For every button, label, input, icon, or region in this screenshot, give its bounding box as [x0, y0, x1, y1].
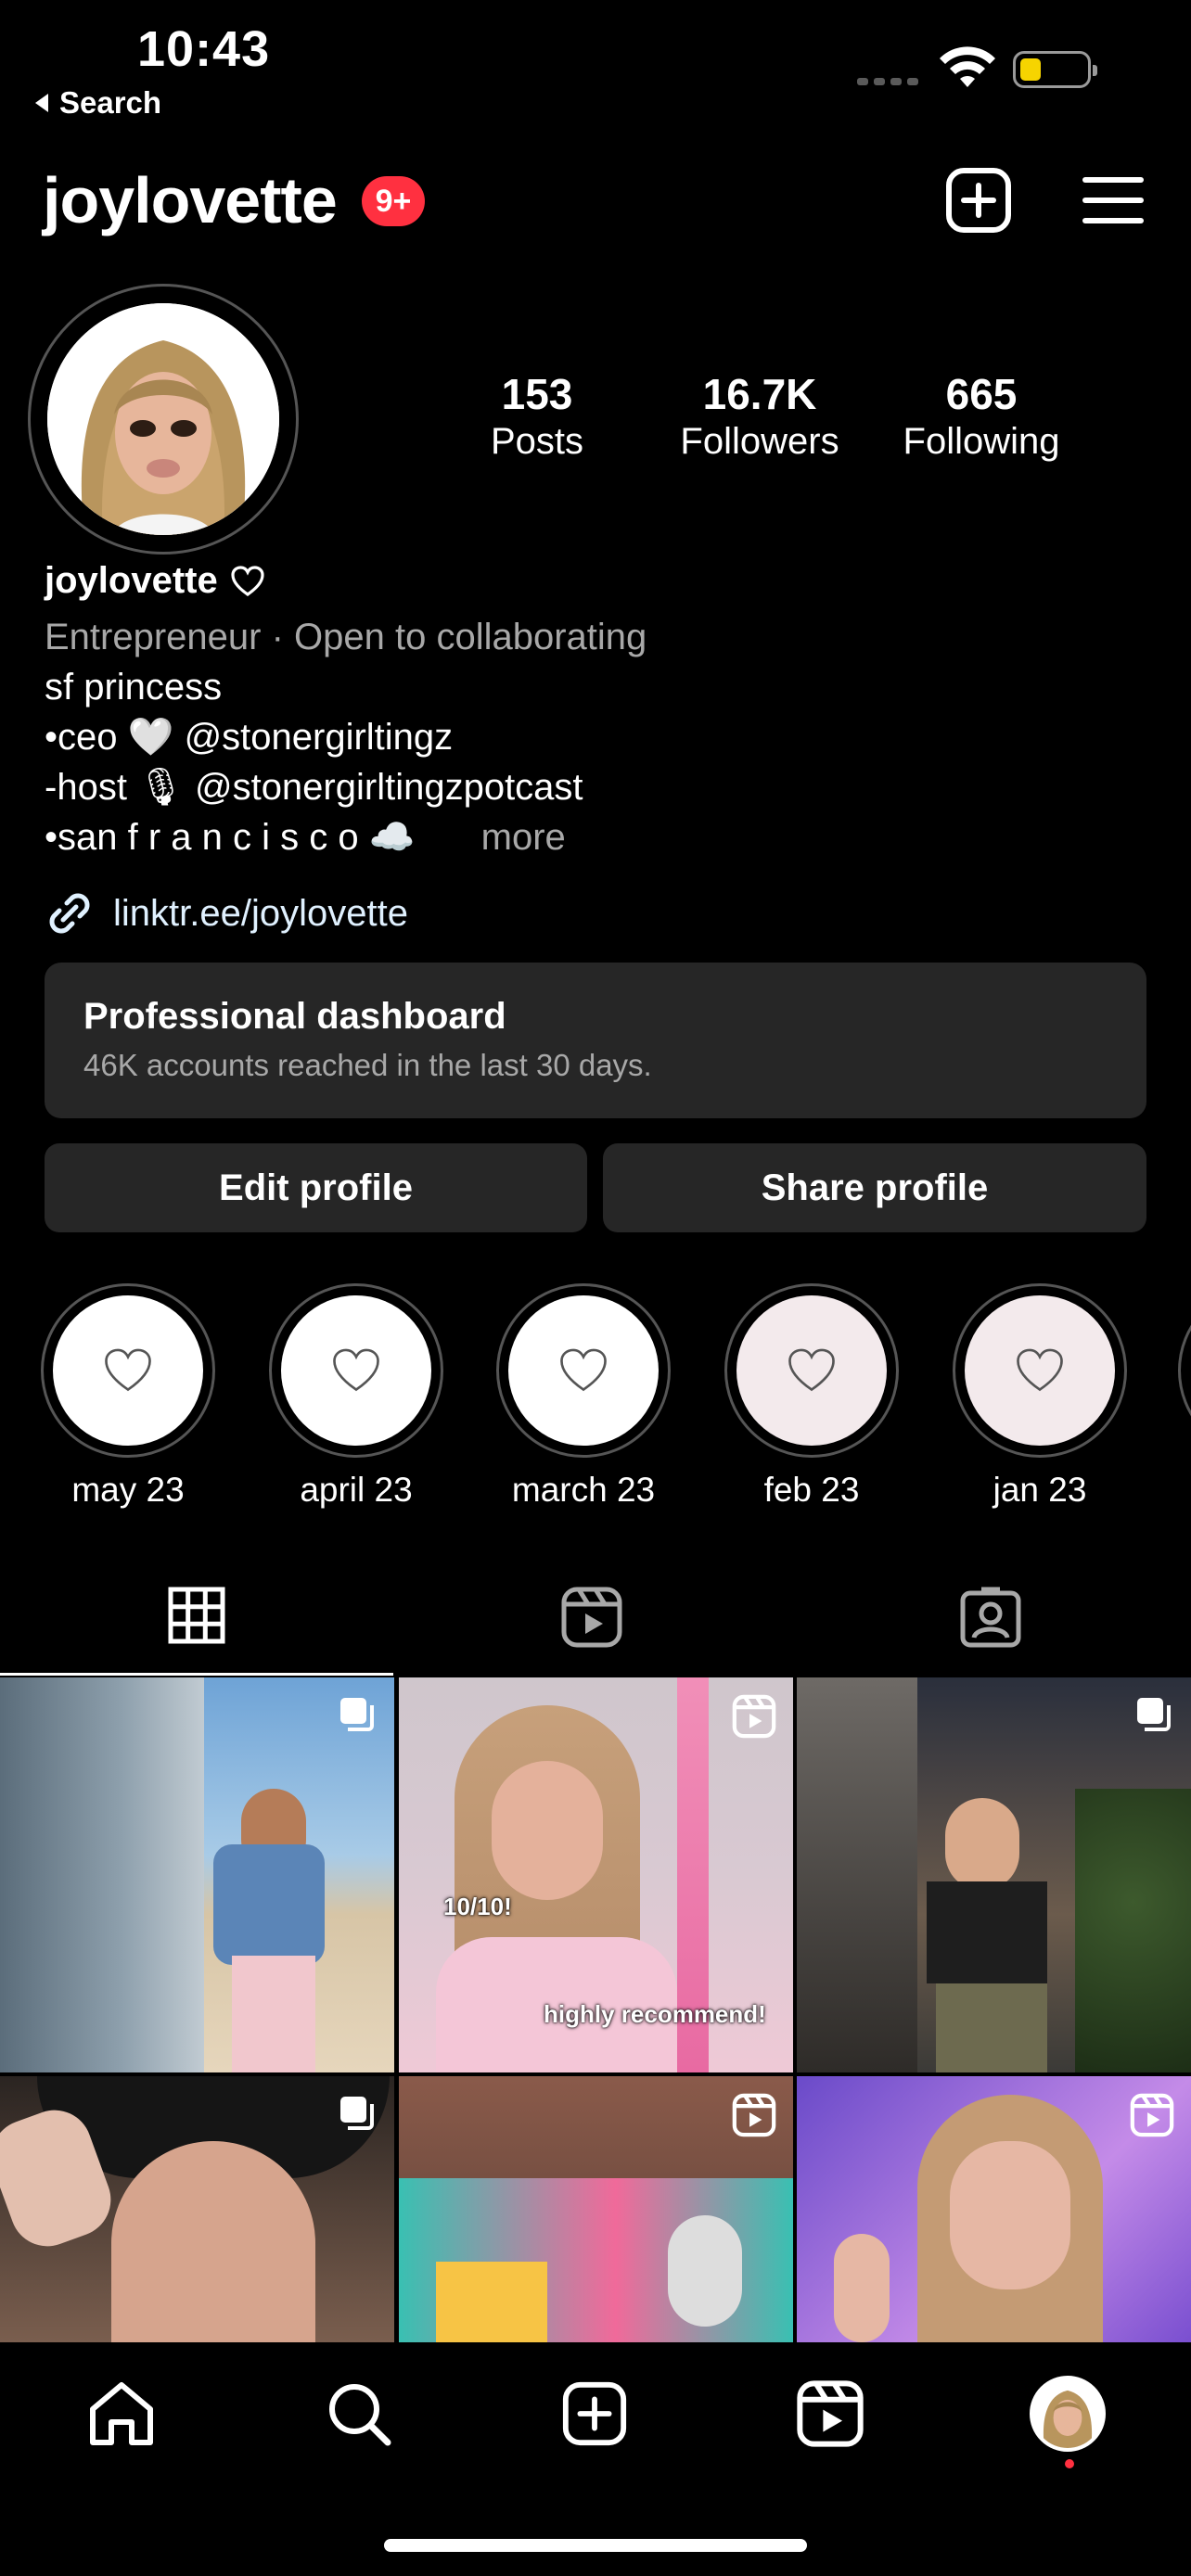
bio-name-text: joylovette: [45, 560, 218, 601]
search-icon[interactable]: [325, 2379, 393, 2448]
back-to-search-link[interactable]: Search: [35, 85, 161, 121]
reel-badge-icon: [732, 1694, 776, 1739]
avatar-illustration: [47, 303, 279, 535]
cloud-emoji: ☁️: [368, 817, 416, 858]
bio-line-3: -host 🎙 @stonergirltingzpotcast: [45, 762, 583, 812]
home-icon[interactable]: [87, 2379, 156, 2448]
highlight-cover: [53, 1295, 203, 1446]
stat-value: 153: [501, 370, 573, 418]
carousel-icon: [1137, 1698, 1171, 1731]
story-highlight-partial[interactable]: [1178, 1283, 1191, 1458]
stat-label: Posts: [490, 421, 584, 462]
bio-external-link[interactable]: linktr.ee/joylovette: [45, 888, 408, 938]
post-thumbnail[interactable]: [399, 2076, 793, 2342]
bio-text: •ceo: [45, 717, 118, 758]
heart-outline-icon: [1017, 1348, 1063, 1392]
post-thumbnail[interactable]: [797, 1677, 1191, 2072]
reels-icon[interactable]: [560, 1586, 623, 1649]
post-thumbnail[interactable]: [797, 2076, 1191, 2342]
stat-followers[interactable]: 16.7K Followers: [658, 369, 862, 463]
highlight-label: may 23: [71, 1471, 185, 1509]
back-arrow-icon: [35, 94, 48, 112]
carousel-icon: [340, 1698, 374, 1731]
new-post-icon[interactable]: [943, 165, 1014, 236]
stat-label: Following: [903, 421, 1060, 462]
post-thumbnail[interactable]: [0, 2076, 394, 2342]
back-label: Search: [59, 85, 162, 120]
profile-avatar[interactable]: [28, 284, 299, 555]
stat-following[interactable]: 665 Following: [879, 369, 1083, 463]
profile-avatar[interactable]: [1030, 2376, 1106, 2452]
dashboard-subtitle: 46K accounts reached in the last 30 days…: [83, 1048, 652, 1082]
tagged-icon[interactable]: [959, 1586, 1022, 1649]
battery-icon: [1013, 51, 1097, 88]
stat-value: 16.7K: [702, 370, 817, 418]
bio-text: -host: [45, 767, 127, 808]
highlight-ring: [953, 1283, 1127, 1458]
story-highlight[interactable]: march 23: [494, 1283, 672, 1510]
post-thumbnail[interactable]: [0, 1677, 394, 2072]
create-icon[interactable]: [560, 2379, 629, 2448]
wifi-icon: [940, 46, 995, 87]
bio-category: Entrepreneur · Open to collaborating: [45, 617, 647, 657]
highlight-cover: [736, 1295, 887, 1446]
post-thumbnail[interactable]: 10/10! highly recommend!: [399, 1677, 793, 2072]
heart-outline-icon: [333, 1348, 379, 1392]
dashboard-title: Professional dashboard: [83, 996, 506, 1037]
link-text: linktr.ee/joylovette: [113, 892, 408, 934]
highlight-label: feb 23: [763, 1471, 860, 1509]
mention-link[interactable]: @stonergirltingz: [185, 717, 454, 758]
overlay-caption: 10/10!: [443, 1893, 512, 1920]
bio-line-1: sf princess: [45, 667, 223, 708]
highlight-label: march 23: [511, 1471, 656, 1509]
heart-outline-icon: [105, 1348, 151, 1392]
edit-profile-button[interactable]: Edit profile: [45, 1143, 587, 1232]
home-indicator[interactable]: [384, 2539, 807, 2552]
bio-line-2: •ceo 🤍 @stonergirltingz: [45, 712, 453, 762]
professional-dashboard-card[interactable]: Professional dashboard 46K accounts reac…: [45, 963, 1146, 1118]
reel-badge-icon: [1130, 2093, 1174, 2137]
microphone-emoji: 🎙: [137, 767, 185, 808]
status-time: 10:43: [137, 21, 271, 77]
highlight-ring: [724, 1283, 899, 1458]
cellular-signal-icon: [857, 78, 918, 85]
story-highlight[interactable]: feb 23: [723, 1283, 901, 1510]
share-profile-button[interactable]: Share profile: [603, 1143, 1146, 1232]
story-highlight[interactable]: may 23: [39, 1283, 217, 1510]
highlight-ring: [41, 1283, 215, 1458]
white-heart-emoji: 🤍: [127, 717, 174, 758]
highlight-label: jan 23: [992, 1471, 1087, 1509]
active-tab-indicator: [0, 1673, 393, 1676]
heart-outline-icon: [788, 1348, 835, 1392]
highlight-ring: [496, 1283, 671, 1458]
highlight-label: april 23: [300, 1471, 413, 1509]
avatar-illustration: [1043, 2390, 1093, 2448]
highlight-cover: [281, 1295, 431, 1446]
reel-badge-icon: [732, 2093, 776, 2137]
bio-text: •san f r a n c i s c o: [45, 817, 359, 858]
highlight-cover: [965, 1295, 1115, 1446]
carousel-icon: [340, 2097, 374, 2130]
heart-outline-icon: [231, 565, 264, 596]
story-highlight[interactable]: april 23: [267, 1283, 445, 1510]
link-icon: [49, 893, 90, 934]
bio-more-link[interactable]: more: [481, 817, 566, 858]
overlay-caption: highly recommend!: [544, 2000, 766, 2028]
highlight-ring: [269, 1283, 443, 1458]
stat-posts[interactable]: 153 Posts: [435, 369, 639, 463]
menu-icon[interactable]: [1078, 165, 1148, 236]
bio-line-4: •san f r a n c i s c o ☁️ more: [45, 812, 566, 862]
stat-value: 665: [945, 370, 1018, 418]
profile-username-header[interactable]: joylovette: [43, 163, 338, 237]
activity-dot: [1065, 2459, 1074, 2468]
bio-name: joylovette: [45, 560, 264, 602]
highlight-cover: [508, 1295, 659, 1446]
grid-icon[interactable]: [167, 1586, 226, 1645]
heart-outline-icon: [560, 1348, 607, 1392]
stat-label: Followers: [680, 421, 839, 462]
reels-icon[interactable]: [796, 2379, 864, 2448]
story-highlight[interactable]: jan 23: [951, 1283, 1129, 1510]
mention-link[interactable]: @stonergirltingzpotcast: [195, 767, 583, 808]
notification-badge[interactable]: 9+: [362, 176, 425, 226]
